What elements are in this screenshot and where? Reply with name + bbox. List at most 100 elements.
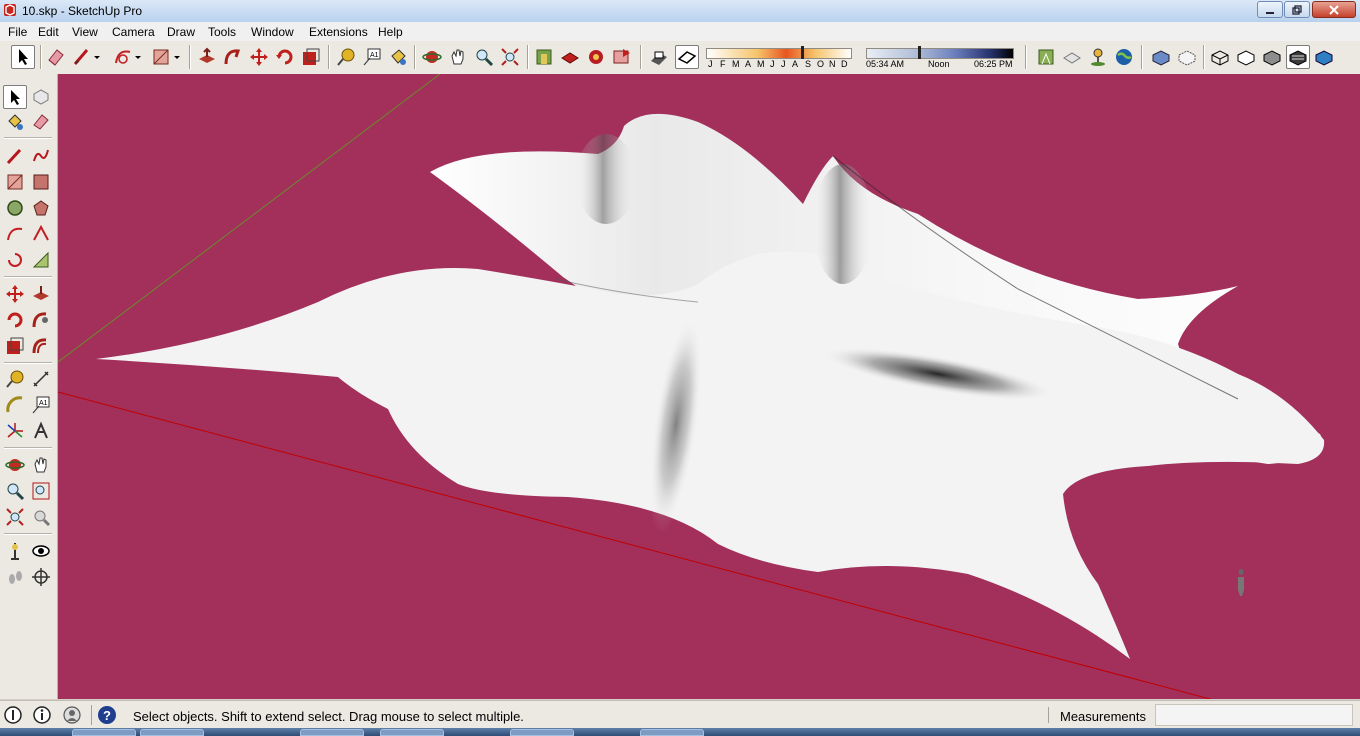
restore-button[interactable]	[1284, 1, 1310, 18]
offset-icon[interactable]	[31, 336, 51, 356]
share-icon[interactable]	[611, 46, 633, 68]
model-info-icon[interactable]	[1061, 46, 1083, 68]
move-icon[interactable]	[248, 46, 270, 68]
text-icon[interactable]: A1	[31, 395, 51, 415]
minimize-button[interactable]	[1257, 1, 1283, 18]
three-point-arc-icon[interactable]	[31, 250, 51, 270]
line-icon[interactable]	[5, 146, 25, 166]
menu-file[interactable]: File	[8, 25, 27, 39]
taskbar-button[interactable]	[380, 729, 444, 736]
chevron-down-icon[interactable]	[90, 46, 104, 68]
fog-icon[interactable]	[676, 46, 698, 68]
zoom-extents-icon[interactable]	[499, 46, 521, 68]
axes-icon[interactable]	[5, 421, 25, 441]
month-slider-thumb[interactable]	[801, 46, 804, 59]
rectangle-icon[interactable]	[150, 46, 172, 68]
close-button[interactable]	[1312, 1, 1356, 18]
modeling-viewport[interactable]	[58, 74, 1360, 699]
position-camera-icon[interactable]	[5, 541, 25, 561]
scale-icon[interactable]	[300, 46, 322, 68]
time-slider-thumb[interactable]	[918, 46, 921, 59]
eraser-icon[interactable]	[31, 112, 51, 132]
components-icon[interactable]	[559, 46, 581, 68]
pan-icon[interactable]	[31, 455, 51, 475]
move-icon[interactable]	[5, 284, 25, 304]
select-icon[interactable]	[5, 87, 25, 107]
menu-extensions[interactable]: Extensions	[309, 25, 368, 39]
select-icon[interactable]	[12, 46, 34, 68]
model-canvas[interactable]	[58, 74, 1360, 699]
shadows-icon[interactable]	[648, 46, 670, 68]
taskbar-button[interactable]	[140, 729, 204, 736]
help-icon[interactable]: ?	[97, 705, 117, 725]
wireframe-icon[interactable]	[1209, 46, 1231, 68]
xray-icon[interactable]	[1150, 46, 1172, 68]
rotate-icon[interactable]	[274, 46, 296, 68]
shaded-icon[interactable]	[1261, 46, 1283, 68]
orbit-icon[interactable]	[5, 455, 25, 475]
pie-icon[interactable]	[5, 250, 25, 270]
look-around-icon[interactable]	[31, 541, 51, 561]
zoom-extents-icon[interactable]	[5, 507, 25, 527]
hidden-line-icon[interactable]	[1235, 46, 1257, 68]
pan-icon[interactable]	[447, 46, 469, 68]
menu-draw[interactable]: Draw	[167, 25, 195, 39]
menu-tools[interactable]: Tools	[208, 25, 236, 39]
taskbar-button[interactable]	[640, 729, 704, 736]
two-point-arc-icon[interactable]	[31, 224, 51, 244]
extension-icon[interactable]	[585, 46, 607, 68]
rotated-rectangle-icon[interactable]	[31, 172, 51, 192]
dimension-icon[interactable]	[31, 369, 51, 389]
protractor-icon[interactable]	[5, 395, 25, 415]
zoom-icon[interactable]	[473, 46, 495, 68]
scale-icon[interactable]	[5, 336, 25, 356]
scale-figure[interactable]	[1238, 569, 1244, 596]
user-account-icon[interactable]	[62, 705, 82, 725]
follow-me-icon[interactable]	[222, 46, 244, 68]
polygon-icon[interactable]	[31, 198, 51, 218]
taskbar-button[interactable]	[510, 729, 574, 736]
month-slider[interactable]	[706, 48, 852, 59]
shaded-textures-icon[interactable]	[1287, 46, 1309, 68]
push-pull-icon[interactable]	[196, 46, 218, 68]
credits-info-icon[interactable]	[32, 705, 52, 725]
rectangle-icon[interactable]	[5, 172, 25, 192]
freehand-icon[interactable]	[31, 146, 51, 166]
eraser-icon[interactable]	[45, 46, 67, 68]
component-icon[interactable]	[31, 86, 51, 106]
taskbar-button[interactable]	[300, 729, 364, 736]
geo-location-icon[interactable]	[3, 705, 23, 725]
tape-measure-icon[interactable]	[5, 369, 25, 389]
menu-window[interactable]: Window	[251, 25, 294, 39]
menu-view[interactable]: View	[72, 25, 98, 39]
back-edges-icon[interactable]	[1176, 46, 1198, 68]
text-icon[interactable]: A1	[361, 46, 383, 68]
location-icon[interactable]	[1035, 46, 1057, 68]
measurements-input[interactable]	[1155, 704, 1353, 726]
paint-bucket-icon[interactable]	[5, 112, 25, 132]
previous-view-icon[interactable]	[31, 507, 51, 527]
menu-camera[interactable]: Camera	[112, 25, 155, 39]
arc-icon[interactable]	[5, 224, 25, 244]
section-plane-icon[interactable]	[31, 567, 51, 587]
taskbar-button[interactable]	[72, 729, 136, 736]
earth-icon[interactable]	[1113, 46, 1135, 68]
warehouse-icon[interactable]	[533, 46, 555, 68]
zoom-icon[interactable]	[5, 481, 25, 501]
rotate-icon[interactable]	[5, 310, 25, 330]
menu-edit[interactable]: Edit	[38, 25, 59, 39]
chevron-down-icon[interactable]	[131, 46, 145, 68]
menu-help[interactable]: Help	[378, 25, 403, 39]
tape-measure-icon[interactable]	[335, 46, 357, 68]
orbit-icon[interactable]	[421, 46, 443, 68]
push-pull-icon[interactable]	[31, 284, 51, 304]
follow-me-icon[interactable]	[31, 310, 51, 330]
add-location-icon[interactable]	[1087, 46, 1109, 68]
time-slider[interactable]	[866, 48, 1014, 59]
circle-icon[interactable]	[5, 198, 25, 218]
zoom-window-icon[interactable]	[31, 481, 51, 501]
chevron-down-icon[interactable]	[170, 46, 184, 68]
walk-icon[interactable]	[5, 567, 25, 587]
monochrome-icon[interactable]	[1313, 46, 1335, 68]
3d-text-icon[interactable]	[31, 421, 51, 441]
